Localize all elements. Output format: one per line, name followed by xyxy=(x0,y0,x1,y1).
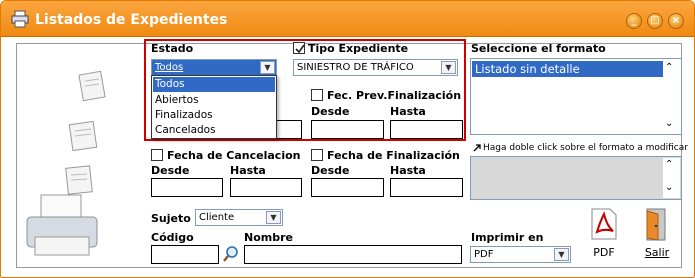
minimize-button[interactable]: _ xyxy=(626,13,642,29)
estado-option-todos[interactable]: Todos xyxy=(153,77,275,92)
exit-door-icon xyxy=(646,208,666,241)
formato-item[interactable]: Listado sin detalle xyxy=(472,61,664,77)
pdf-button[interactable]: PDF xyxy=(585,206,623,266)
imprimir-label: Imprimir en xyxy=(471,231,544,244)
estado-option-abiertos[interactable]: Abiertos xyxy=(153,93,275,108)
salir-button[interactable]: Salir xyxy=(638,206,676,266)
fecha-finalizacion-hasta-label: Hasta xyxy=(390,164,426,177)
salir-label: Salir xyxy=(644,246,670,259)
chevron-down-icon[interactable]: ⌄ xyxy=(665,118,673,129)
fecha-cancelacion-label: Fecha de Cancelacion xyxy=(167,149,301,162)
fecha-finalizacion-desde-input[interactable] xyxy=(311,178,384,197)
sujeto-value: Cliente xyxy=(199,212,235,223)
printer-icon xyxy=(11,10,29,28)
codigo-label: Código xyxy=(151,231,194,244)
chevron-down-icon[interactable]: ⌄ xyxy=(665,182,673,193)
main-window: Listados de Expedientes _ □ × Estado Tod… xyxy=(0,0,695,278)
chevron-up-icon[interactable]: ⌃ xyxy=(665,62,673,73)
printing-documents-icon xyxy=(26,70,106,256)
fecha-finalizacion-label: Fecha de Finalización xyxy=(327,149,460,162)
estado-dropdown-list: Todos Abiertos Finalizados Cancelados xyxy=(151,75,277,139)
chevron-up-icon[interactable]: ⌃ xyxy=(665,159,673,170)
chevron-down-icon[interactable]: ▼ xyxy=(554,248,569,261)
formato-list[interactable]: Listado sin detalle ⌃ ⌄ xyxy=(470,58,682,135)
detail-scrollbar[interactable]: ⌃ ⌄ xyxy=(663,158,680,198)
imprimir-select[interactable]: PDF ▼ xyxy=(470,246,571,263)
formato-detail-box[interactable]: ⌃ ⌄ xyxy=(470,156,682,200)
pdf-icon xyxy=(591,208,617,240)
nombre-label: Nombre xyxy=(244,231,293,244)
close-button[interactable]: × xyxy=(668,13,684,29)
search-icon[interactable] xyxy=(222,245,240,263)
fecha-finalizacion-hasta-input[interactable] xyxy=(390,178,463,197)
fecha-cancelacion-checkbox[interactable] xyxy=(151,149,163,161)
sujeto-select[interactable]: Cliente ▼ xyxy=(195,209,283,226)
fecha-cancelacion-desde-label: Desde xyxy=(151,164,190,177)
formato-hint: Haga doble click sobre el formato a modi… xyxy=(483,143,688,153)
formato-label: Seleccione el formato xyxy=(471,42,606,55)
fecha-cancelacion-desde-input[interactable] xyxy=(151,178,223,197)
chevron-down-icon[interactable]: ▼ xyxy=(266,211,281,224)
fecha-finalizacion-checkbox[interactable] xyxy=(311,149,323,161)
window-title: Listados de Expedientes xyxy=(35,12,228,28)
imprimir-value: PDF xyxy=(474,249,494,260)
codigo-input[interactable] xyxy=(151,245,219,264)
fecha-finalizacion-desde-label: Desde xyxy=(311,164,350,177)
title-bar: Listados de Expedientes _ □ × xyxy=(1,1,694,37)
estado-option-finalizados[interactable]: Finalizados xyxy=(153,108,275,123)
pointer-icon xyxy=(473,144,481,152)
sujeto-label: Sujeto xyxy=(151,212,191,225)
pdf-label: PDF xyxy=(593,246,615,259)
estado-option-cancelados[interactable]: Cancelados xyxy=(153,123,275,138)
formato-scrollbar[interactable]: ⌃ ⌄ xyxy=(663,60,680,133)
fecha-cancelacion-hasta-input[interactable] xyxy=(230,178,302,197)
fecha-cancelacion-hasta-label: Hasta xyxy=(230,164,266,177)
maximize-button[interactable]: □ xyxy=(647,13,663,29)
nombre-input[interactable] xyxy=(244,245,462,264)
